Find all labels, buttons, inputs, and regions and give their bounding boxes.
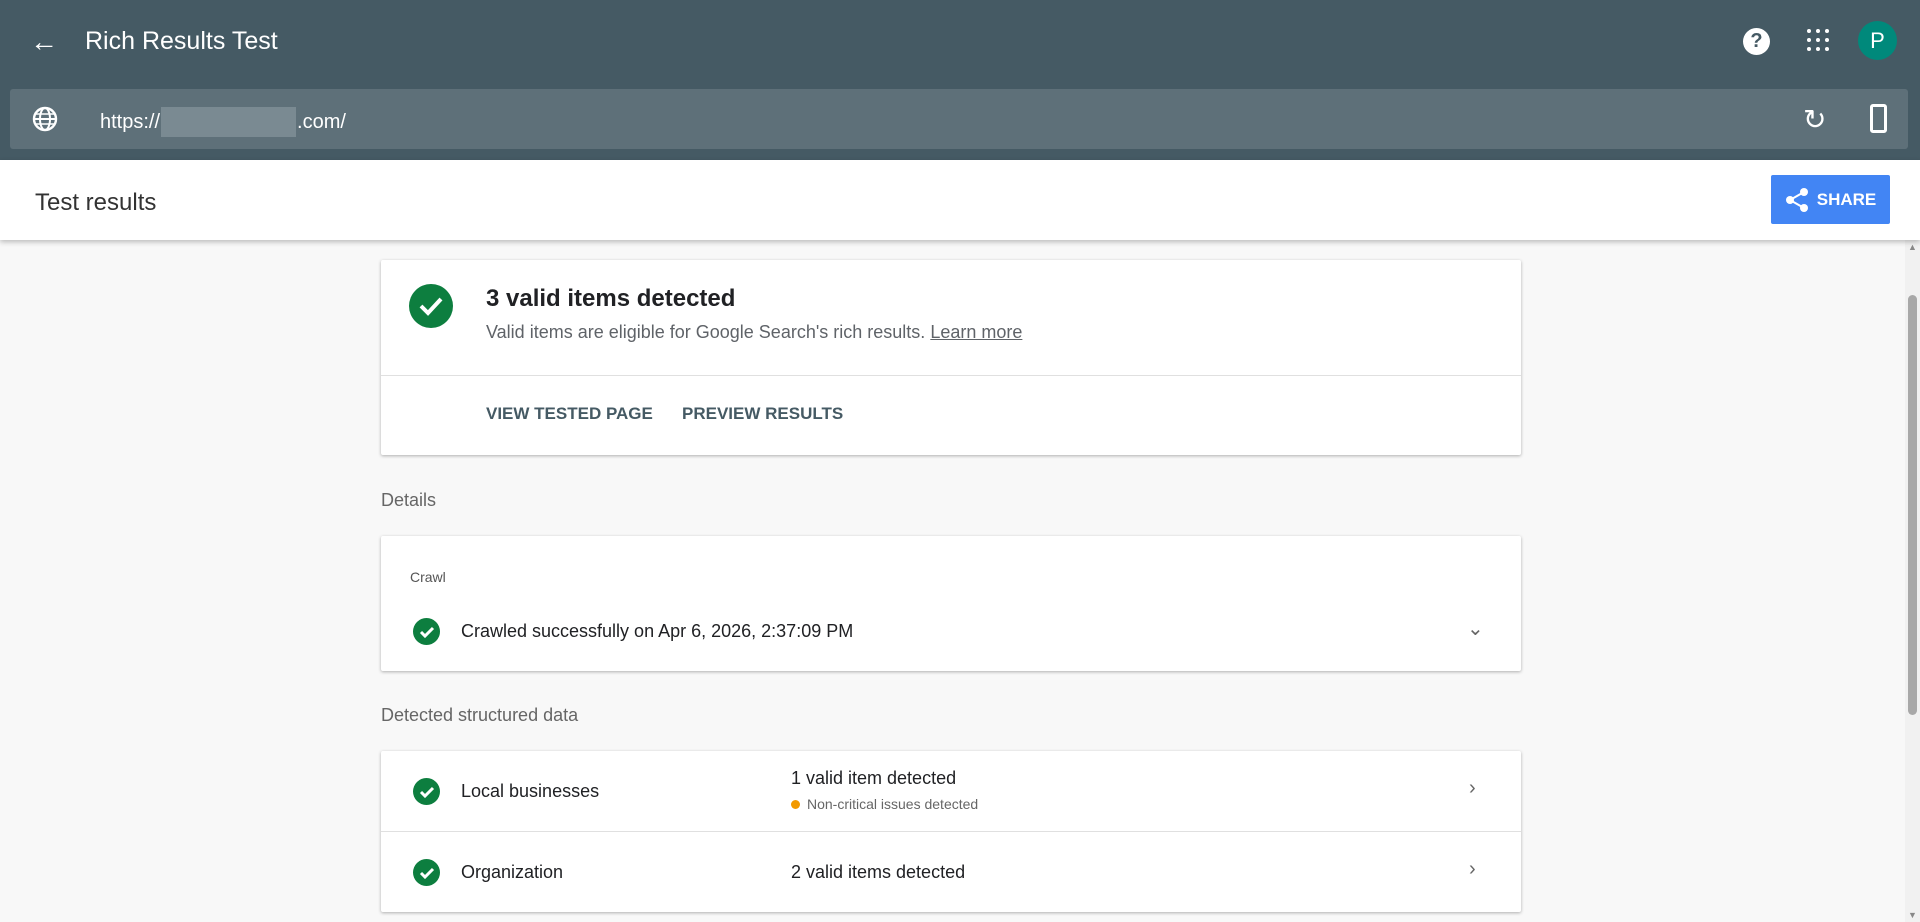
app-title: Rich Results Test — [85, 27, 278, 56]
crawl-label: Crawl — [410, 569, 446, 585]
results-bar: Test results SHARE — [0, 160, 1920, 240]
divider — [381, 375, 1521, 376]
structured-data-card: Local businesses 1 valid item detected N… — [381, 751, 1521, 912]
item-status: 1 valid item detected — [791, 768, 956, 789]
url-suffix: .com/ — [297, 111, 346, 134]
redacted-domain — [161, 107, 296, 137]
preview-results-button[interactable]: PREVIEW RESULTS — [682, 404, 843, 424]
help-icon[interactable]: ? — [1743, 28, 1770, 55]
summary-title: 3 valid items detected — [486, 285, 735, 313]
check-circle-icon — [413, 618, 440, 645]
summary-card: 3 valid items detected Valid items are e… — [381, 260, 1521, 455]
url-text[interactable]: https:// .com/ — [100, 107, 346, 137]
list-item[interactable]: Organization 2 valid items detected › — [381, 832, 1521, 912]
crawl-card[interactable]: Crawl Crawled successfully on Apr 6, 202… — [381, 536, 1521, 671]
apps-grid-icon[interactable] — [1807, 29, 1829, 51]
share-button[interactable]: SHARE — [1771, 175, 1890, 224]
scroll-up-icon[interactable]: ▲ — [1908, 242, 1917, 252]
chevron-right-icon[interactable]: › — [1469, 858, 1476, 881]
item-status: 2 valid items detected — [791, 862, 965, 883]
avatar[interactable]: P — [1858, 21, 1897, 60]
structured-data-heading: Detected structured data — [381, 705, 578, 726]
warning-dot-icon — [791, 800, 800, 809]
item-note: Non-critical issues detected — [791, 796, 978, 812]
summary-subtitle: Valid items are eligible for Google Sear… — [486, 322, 1022, 343]
scrollbar[interactable]: ▲ ▼ — [1905, 240, 1920, 922]
share-icon — [1785, 187, 1809, 213]
item-note-text: Non-critical issues detected — [807, 796, 978, 812]
scroll-down-icon[interactable]: ▼ — [1908, 910, 1917, 920]
learn-more-link[interactable]: Learn more — [930, 322, 1022, 342]
chevron-right-icon[interactable]: › — [1469, 777, 1476, 800]
globe-icon — [32, 106, 58, 132]
view-tested-page-button[interactable]: VIEW TESTED PAGE — [486, 404, 653, 424]
check-circle-icon — [409, 284, 453, 328]
page-title: Test results — [35, 189, 156, 217]
check-circle-icon — [413, 859, 440, 886]
mobile-device-icon[interactable] — [1870, 104, 1887, 133]
app-header: ← Rich Results Test ? P https:// .com/ ↻ — [0, 0, 1920, 160]
scrollbar-thumb[interactable] — [1908, 295, 1917, 715]
crawl-status: Crawled successfully on Apr 6, 2026, 2:3… — [461, 621, 853, 642]
back-arrow-icon[interactable]: ← — [30, 26, 62, 58]
url-prefix: https:// — [100, 111, 160, 134]
chevron-down-icon[interactable]: ⌄ — [1467, 616, 1484, 641]
share-label: SHARE — [1817, 190, 1877, 210]
check-circle-icon — [413, 778, 440, 805]
item-type: Organization — [461, 862, 563, 883]
url-bar[interactable]: https:// .com/ ↻ — [10, 89, 1908, 149]
item-type: Local businesses — [461, 781, 599, 802]
summary-description: Valid items are eligible for Google Sear… — [486, 322, 925, 342]
list-item[interactable]: Local businesses 1 valid item detected N… — [381, 751, 1521, 831]
details-heading: Details — [381, 490, 436, 511]
reload-icon[interactable]: ↻ — [1803, 103, 1826, 136]
